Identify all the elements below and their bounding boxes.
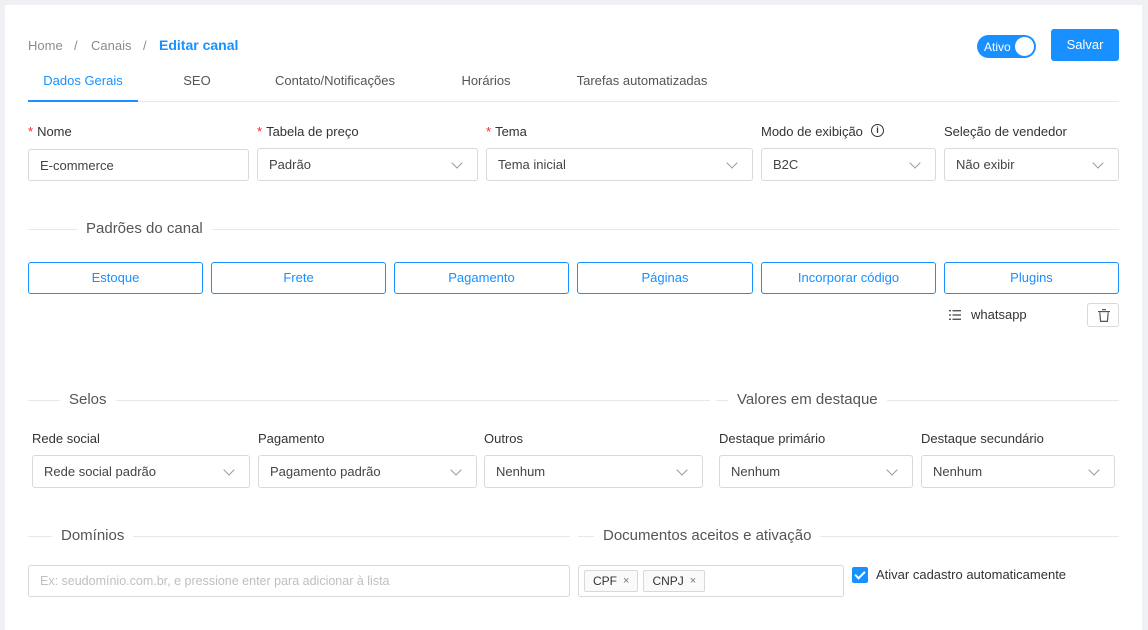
seller-selection-label: Seleção de vendedor bbox=[944, 124, 1067, 139]
theme-label: * Tema bbox=[486, 124, 527, 139]
channel-defaults-title: Padrões do canal bbox=[77, 220, 212, 237]
active-toggle[interactable]: Ativo bbox=[977, 35, 1036, 58]
chevron-down-icon bbox=[676, 463, 688, 476]
secondary-highlight-value: Nenhum bbox=[933, 464, 983, 479]
tag-cnpj: CNPJ × bbox=[643, 570, 706, 592]
payment-seal-value: Pagamento padrão bbox=[270, 464, 381, 479]
theme-value: Tema inicial bbox=[498, 157, 566, 172]
payment-seal-label: Pagamento bbox=[258, 431, 325, 446]
payment-seal-select[interactable]: Pagamento padrão bbox=[258, 455, 477, 488]
domain-input[interactable]: Ex: seudomínio.com.br, e pressione enter… bbox=[28, 565, 570, 597]
breadcrumb-home[interactable]: Home bbox=[28, 38, 63, 53]
delete-plugin-button[interactable] bbox=[1087, 303, 1119, 327]
others-seal-select[interactable]: Nenhum bbox=[484, 455, 703, 488]
save-button[interactable]: Salvar bbox=[1051, 29, 1119, 61]
shipping-button[interactable]: Frete bbox=[211, 262, 386, 294]
primary-highlight-label: Destaque primário bbox=[719, 431, 826, 446]
chevron-down-icon bbox=[451, 156, 463, 169]
display-mode-value: B2C bbox=[773, 157, 799, 172]
section-divider bbox=[28, 400, 710, 401]
name-input[interactable]: E-commerce bbox=[28, 149, 249, 181]
breadcrumb-separator: / bbox=[74, 38, 78, 53]
chevron-down-icon bbox=[450, 463, 462, 476]
highlights-title: Valores em destaque bbox=[728, 391, 887, 408]
tab-contact-notifications[interactable]: Contato/Notificações bbox=[262, 73, 408, 88]
name-label: * Nome bbox=[28, 124, 72, 139]
plugin-name: whatsapp bbox=[971, 307, 1027, 322]
pages-button[interactable]: Páginas bbox=[577, 262, 753, 294]
breadcrumb-separator: / bbox=[143, 38, 147, 53]
domain-input-placeholder: Ex: seudomínio.com.br, e pressione enter… bbox=[40, 574, 390, 588]
active-toggle-label: Ativo bbox=[984, 40, 1011, 54]
auto-activate-label: Ativar cadastro automaticamente bbox=[876, 567, 1067, 582]
breadcrumb-channels[interactable]: Canais bbox=[91, 38, 131, 53]
close-icon[interactable]: × bbox=[623, 571, 629, 591]
plugins-button[interactable]: Plugins bbox=[944, 262, 1119, 294]
price-table-select[interactable]: Padrão bbox=[257, 148, 478, 181]
tab-active-indicator bbox=[28, 100, 138, 102]
page-title: Editar canal bbox=[159, 37, 239, 53]
chevron-down-icon bbox=[726, 156, 738, 169]
documents-title: Documentos aceitos e ativação bbox=[594, 527, 821, 544]
others-seal-value: Nenhum bbox=[496, 464, 546, 479]
chevron-down-icon bbox=[1092, 156, 1104, 169]
chevron-down-icon bbox=[909, 156, 921, 169]
secondary-highlight-select[interactable]: Nenhum bbox=[921, 455, 1115, 488]
seals-title: Selos bbox=[60, 391, 116, 408]
embed-code-button[interactable]: Incorporar código bbox=[761, 262, 936, 294]
others-seal-label: Outros bbox=[484, 431, 524, 446]
tab-automated-tasks[interactable]: Tarefas automatizadas bbox=[564, 73, 720, 88]
stock-button[interactable]: Estoque bbox=[28, 262, 203, 294]
social-network-select[interactable]: Rede social padrão bbox=[32, 455, 250, 488]
auto-activate-checkbox[interactable] bbox=[852, 567, 868, 583]
tab-seo[interactable]: SEO bbox=[172, 73, 222, 88]
primary-highlight-value: Nenhum bbox=[731, 464, 781, 479]
payment-button[interactable]: Pagamento bbox=[394, 262, 569, 294]
documents-select[interactable]: CPF × CNPJ × bbox=[578, 565, 844, 597]
social-network-value: Rede social padrão bbox=[44, 464, 157, 479]
name-value: E-commerce bbox=[40, 157, 114, 173]
chevron-down-icon bbox=[1088, 463, 1100, 476]
tab-divider bbox=[28, 101, 1119, 102]
primary-highlight-select[interactable]: Nenhum bbox=[719, 455, 913, 488]
secondary-highlight-label: Destaque secundário bbox=[921, 431, 1044, 446]
price-table-label: * Tabela de preço bbox=[257, 124, 359, 139]
display-mode-label: Modo de exibição bbox=[761, 124, 863, 139]
toggle-knob bbox=[1015, 37, 1034, 56]
list-icon bbox=[949, 310, 961, 320]
chevron-down-icon bbox=[886, 463, 898, 476]
close-icon[interactable]: × bbox=[690, 571, 696, 591]
seller-selection-select[interactable]: Não exibir bbox=[944, 148, 1119, 181]
tag-cpf: CPF × bbox=[584, 570, 639, 592]
tab-general-data[interactable]: Dados Gerais bbox=[28, 73, 138, 88]
tab-schedules[interactable]: Horários bbox=[448, 73, 524, 88]
social-network-label: Rede social bbox=[32, 431, 100, 446]
domains-title: Domínios bbox=[52, 527, 134, 544]
info-icon[interactable]: i bbox=[871, 124, 884, 137]
seller-selection-value: Não exibir bbox=[956, 157, 1015, 172]
chevron-down-icon bbox=[223, 463, 235, 476]
theme-select[interactable]: Tema inicial bbox=[486, 148, 753, 181]
price-table-value: Padrão bbox=[269, 157, 311, 172]
display-mode-select[interactable]: B2C bbox=[761, 148, 936, 181]
trash-icon bbox=[1098, 309, 1110, 322]
